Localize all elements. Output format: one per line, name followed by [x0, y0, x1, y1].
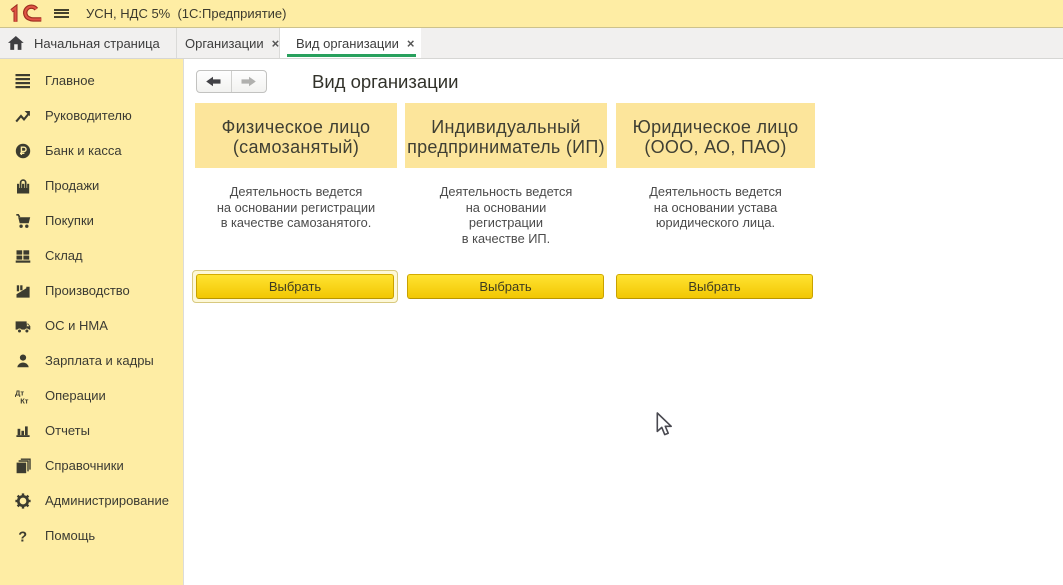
svg-text:Кт: Кт: [20, 396, 29, 403]
svg-text:?: ?: [18, 529, 27, 544]
